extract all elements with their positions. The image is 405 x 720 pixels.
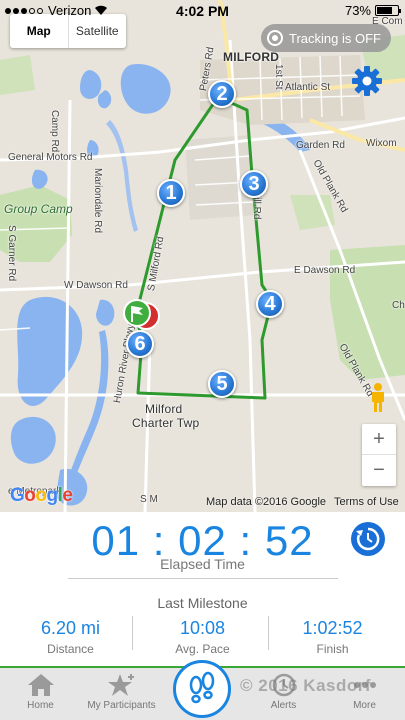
stat-avg-pace: 10:08 Avg. Pace xyxy=(135,618,270,656)
zoom-control: + − xyxy=(362,424,396,486)
map-label-s-m-frag: S M xyxy=(140,494,158,505)
tab-center-footprints[interactable] xyxy=(173,660,231,718)
milestone-marker-3[interactable]: 3 xyxy=(240,170,268,198)
footprints-icon xyxy=(189,671,215,704)
map-label-s-garner: S Garner Rd xyxy=(6,225,17,282)
map-label-atlantic: Atlantic St xyxy=(285,82,331,93)
status-bar: Verizon 4:02 PM 73% xyxy=(0,0,405,20)
milestone-marker-1[interactable]: 1 xyxy=(157,179,185,207)
tracking-icon xyxy=(267,30,284,46)
tab-my-participants-label: My Participants xyxy=(87,700,156,711)
tab-home[interactable]: Home xyxy=(0,672,81,711)
elapsed-time-label: Elapsed Time xyxy=(160,556,245,572)
map-label-first-st: 1st St xyxy=(273,64,284,90)
milestone-marker-6[interactable]: 6 xyxy=(126,330,154,358)
stat-finish-label: Finish xyxy=(316,642,349,656)
map-label-e-dawson: E Dawson Rd xyxy=(294,265,356,276)
tab-alerts-label: Alerts xyxy=(270,700,297,711)
start-flag-icon[interactable] xyxy=(122,298,160,332)
battery-icon xyxy=(375,5,401,16)
map-view[interactable]: MILFORD Atlantic St General Motors Rd Ga… xyxy=(0,0,405,512)
map-label-milford-twp: Milford xyxy=(145,402,183,416)
stat-divider xyxy=(132,616,133,650)
battery-percent: 73% xyxy=(344,3,371,18)
map-label-gm-rd: General Motors Rd xyxy=(8,152,93,163)
gear-icon[interactable] xyxy=(350,64,384,98)
milestone-marker-2[interactable]: 2 xyxy=(208,80,236,108)
tab-my-participants[interactable]: My Participants xyxy=(81,672,162,711)
copyright-watermark: © 2016 Kasdorf xyxy=(240,676,372,695)
star-plus-icon xyxy=(107,674,134,696)
refresh-icon[interactable] xyxy=(350,521,386,557)
stat-finish-value: 1:02:52 xyxy=(302,618,363,638)
tab-home-label: Home xyxy=(27,700,54,711)
stat-avg-pace-label: Avg. Pace xyxy=(175,642,230,656)
stat-distance-label: Distance xyxy=(47,642,94,656)
terms-of-use-link[interactable]: Terms of Use xyxy=(334,496,399,508)
zoom-in-button[interactable]: + xyxy=(362,424,396,455)
tracking-status-label: Tracking is OFF xyxy=(289,30,381,46)
tracking-status-button[interactable]: Tracking is OFF xyxy=(261,24,391,52)
last-milestone-title: Last Milestone xyxy=(157,595,248,611)
google-logo: Google xyxy=(10,485,73,506)
map-label-garden: Garden Rd xyxy=(296,140,345,151)
timer-divider xyxy=(68,578,338,579)
milestone-marker-5[interactable]: 5 xyxy=(208,370,236,398)
stat-distance: 6.20 mi Distance xyxy=(3,618,138,656)
stat-finish: 1:02:52 Finish xyxy=(265,618,400,656)
map-label-milford: MILFORD xyxy=(223,50,280,64)
map-label-wixom: Wixom xyxy=(366,138,397,149)
stat-distance-value: 6.20 mi xyxy=(40,618,101,638)
home-icon xyxy=(27,674,54,696)
map-label-camp-rd: Camp Rd xyxy=(49,110,60,153)
map-label-w-dawson: W Dawson Rd xyxy=(64,280,128,291)
map-label-mariondale: Mariondale Rd xyxy=(92,168,103,234)
street-view-pegman-icon[interactable] xyxy=(368,382,388,414)
map-attribution: Map data ©2016 Google xyxy=(206,496,327,508)
stat-avg-pace-value: 10:08 xyxy=(179,618,226,638)
tab-more-label: More xyxy=(353,700,376,711)
map-label-chic-frag: Chic xyxy=(392,300,405,311)
milestone-marker-4[interactable]: 4 xyxy=(256,290,284,318)
map-label-group-camp: Group Camp xyxy=(4,202,73,216)
zoom-out-button[interactable]: − xyxy=(362,455,396,486)
map-label-charter-twp: Charter Twp xyxy=(132,416,200,430)
